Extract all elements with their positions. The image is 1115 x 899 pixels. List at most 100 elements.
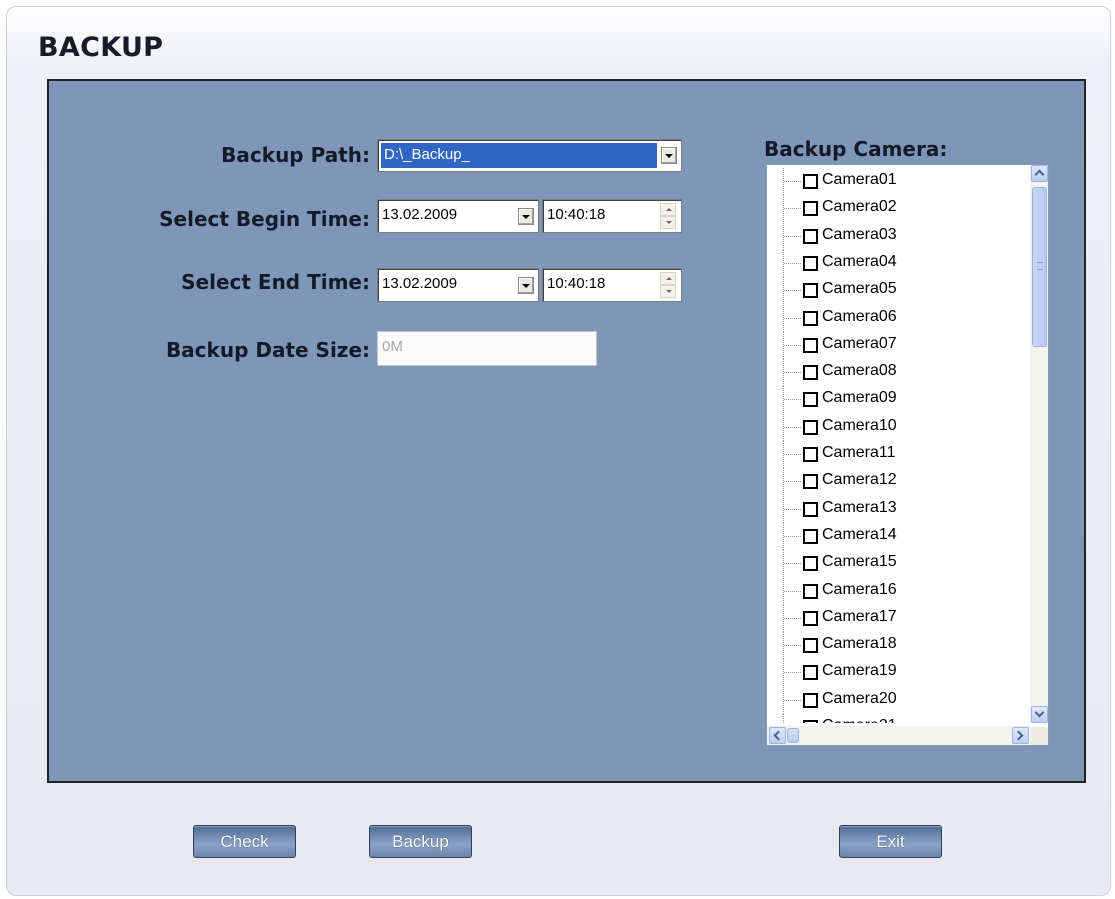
- camera-checkbox[interactable]: [803, 720, 818, 723]
- camera-checkbox[interactable]: [803, 174, 818, 189]
- spin-up-icon[interactable]: [660, 203, 676, 216]
- tree-line: [783, 714, 784, 723]
- tree-line: [784, 399, 801, 401]
- scroll-left-icon[interactable]: [769, 727, 786, 744]
- spinner-buttons[interactable]: [660, 272, 676, 298]
- camera-list-item[interactable]: Camera16: [767, 577, 1031, 605]
- camera-list-item[interactable]: Camera02: [767, 195, 1031, 223]
- horizontal-scrollbar[interactable]: [767, 726, 1031, 745]
- vertical-scrollbar[interactable]: [1030, 165, 1048, 723]
- backup-path-label: Backup Path:: [221, 143, 370, 167]
- camera-list-item[interactable]: Camera18: [767, 632, 1031, 660]
- camera-checkbox[interactable]: [803, 692, 818, 708]
- camera-label: Camera07: [822, 334, 897, 352]
- camera-checkbox[interactable]: [803, 474, 818, 490]
- spin-up-icon[interactable]: [660, 272, 676, 285]
- camera-list-item[interactable]: Camera13: [767, 495, 1031, 523]
- camera-label: Camera20: [822, 689, 897, 707]
- camera-label: Camera15: [822, 553, 897, 571]
- spin-down-icon[interactable]: [660, 216, 676, 229]
- end-date-picker[interactable]: 13.02.2009: [377, 268, 539, 302]
- tree-line: [784, 699, 801, 701]
- tree-line: [784, 672, 801, 674]
- tree-line: [784, 317, 801, 319]
- camera-checkbox[interactable]: [803, 501, 818, 517]
- camera-checkbox[interactable]: [803, 583, 818, 599]
- camera-list-item[interactable]: Camera21: [767, 714, 1031, 723]
- camera-list-item[interactable]: Camera04: [767, 249, 1031, 277]
- backup-button[interactable]: Backup: [369, 825, 472, 858]
- check-button[interactable]: Check: [193, 825, 296, 858]
- camera-list-item[interactable]: Camera12: [767, 468, 1031, 496]
- camera-list-item[interactable]: Camera05: [767, 277, 1031, 305]
- camera-checkbox[interactable]: [803, 447, 818, 462]
- scroll-thumb[interactable]: [1032, 187, 1047, 347]
- begin-time-value: 10:40:18: [547, 206, 606, 223]
- begin-date-picker[interactable]: 13.02.2009: [377, 199, 539, 233]
- scrollbar-corner: [1031, 727, 1048, 745]
- camera-label: Camera17: [822, 607, 897, 625]
- camera-checkbox[interactable]: [803, 201, 818, 217]
- camera-label: Camera09: [822, 389, 897, 407]
- end-time-spinner[interactable]: 10:40:18: [542, 268, 682, 302]
- camera-list-item[interactable]: Camera08: [767, 359, 1031, 387]
- camera-label: Camera21: [822, 717, 897, 723]
- begin-time-spinner[interactable]: 10:40:18: [542, 199, 682, 233]
- camera-list-item[interactable]: Camera11: [767, 441, 1031, 468]
- backup-path-dropdown[interactable]: D:\_Backup_: [377, 139, 682, 172]
- camera-list-item[interactable]: Camera20: [767, 686, 1031, 714]
- tree-line: [784, 481, 801, 483]
- spin-down-icon[interactable]: [660, 285, 676, 298]
- camera-list-item[interactable]: Camera09: [767, 386, 1031, 414]
- camera-list-item[interactable]: Camera03: [767, 222, 1031, 250]
- exit-button[interactable]: Exit: [839, 825, 942, 858]
- camera-checkbox[interactable]: [803, 556, 818, 572]
- camera-checkbox[interactable]: [803, 228, 818, 244]
- chevron-down-icon[interactable]: [661, 147, 677, 164]
- camera-label: Camera13: [822, 498, 897, 516]
- camera-checkbox[interactable]: [803, 638, 818, 654]
- backup-path-value: D:\_Backup_: [384, 146, 470, 163]
- scroll-right-icon[interactable]: [1012, 727, 1029, 744]
- camera-tree-items: Camera01 Camera02 Camera03 Camera04 Camera05…: [767, 165, 1031, 723]
- camera-label: Camera08: [822, 362, 897, 380]
- camera-checkbox[interactable]: [803, 283, 818, 299]
- camera-label: Camera19: [822, 662, 897, 680]
- tree-line: [784, 563, 801, 565]
- camera-checkbox[interactable]: [803, 419, 818, 435]
- tree-line: [784, 344, 801, 346]
- scroll-down-icon[interactable]: [1031, 706, 1048, 723]
- camera-tree[interactable]: Camera01 Camera02 Camera03 Camera04 Camera05…: [766, 164, 1049, 746]
- chevron-down-icon[interactable]: [518, 208, 534, 225]
- camera-list-item[interactable]: Camera15: [767, 550, 1031, 578]
- camera-checkbox[interactable]: [803, 310, 818, 326]
- camera-list-item[interactable]: Camera06: [767, 304, 1031, 332]
- camera-checkbox[interactable]: [803, 528, 818, 544]
- spinner-buttons[interactable]: [660, 203, 676, 229]
- camera-checkbox[interactable]: [803, 365, 818, 381]
- camera-list-item[interactable]: Camera19: [767, 659, 1031, 687]
- camera-label: Camera12: [822, 471, 897, 489]
- camera-list-item[interactable]: Camera17: [767, 604, 1031, 632]
- tree-line: [784, 426, 801, 428]
- backup-camera-label: Backup Camera:: [764, 137, 948, 161]
- camera-checkbox[interactable]: [803, 392, 818, 408]
- camera-checkbox[interactable]: [803, 610, 818, 626]
- horizontal-scroll-thumb[interactable]: [787, 728, 799, 743]
- tree-line: [784, 454, 801, 455]
- tree-line: [784, 508, 801, 510]
- camera-list-item[interactable]: Camera07: [767, 331, 1031, 359]
- camera-checkbox[interactable]: [803, 337, 818, 353]
- chevron-down-icon[interactable]: [518, 277, 534, 294]
- window-title: BACKUP: [38, 32, 164, 63]
- scroll-up-icon[interactable]: [1031, 165, 1048, 182]
- camera-label: Camera16: [822, 580, 897, 598]
- camera-list-item[interactable]: Camera14: [767, 522, 1031, 550]
- camera-label: Camera14: [822, 525, 897, 543]
- camera-list-item[interactable]: Camera10: [767, 413, 1031, 441]
- camera-label: Camera10: [822, 416, 897, 434]
- camera-list-item[interactable]: Camera01: [767, 168, 1031, 195]
- end-time-value: 10:40:18: [547, 275, 606, 292]
- camera-checkbox[interactable]: [803, 665, 818, 681]
- camera-checkbox[interactable]: [803, 255, 818, 271]
